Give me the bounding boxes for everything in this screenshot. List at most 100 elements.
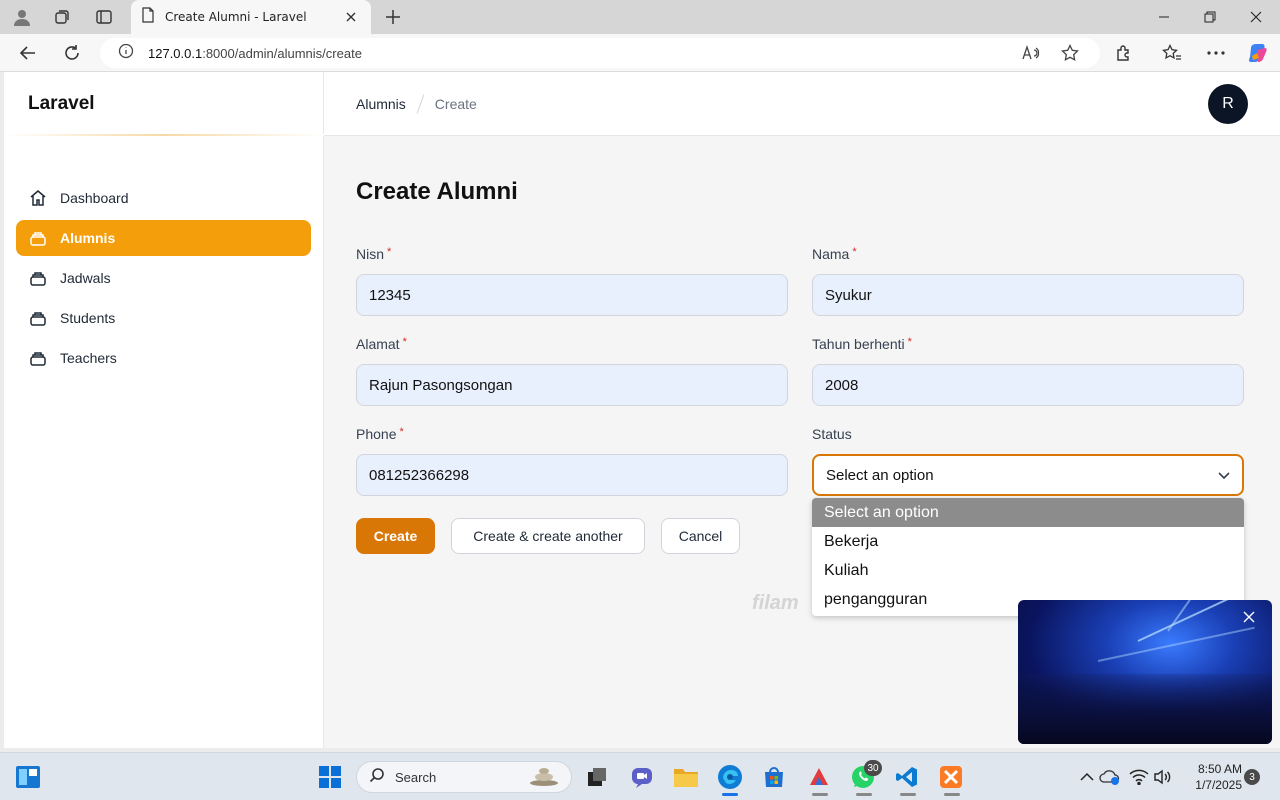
- extensions-icon[interactable]: [1112, 41, 1136, 65]
- sidebar-item-label: Dashboard: [60, 190, 129, 206]
- status-select-value: Select an option: [826, 466, 934, 484]
- required-mark: *: [387, 246, 392, 258]
- sidebar-item-alumnis[interactable]: Alumnis: [16, 220, 311, 256]
- sidebar-item-jadwals[interactable]: Jadwals: [16, 260, 311, 296]
- sidebar-item-teachers[interactable]: Teachers: [16, 340, 311, 376]
- tab-actions-icon[interactable]: [92, 5, 116, 29]
- profile-icon[interactable]: [10, 5, 34, 29]
- breadcrumb-separator: [416, 93, 425, 114]
- clock-time: 8:50 AM: [1197, 762, 1242, 776]
- topbar: Alumnis Create R: [324, 72, 1280, 136]
- collection-icon: [28, 348, 48, 368]
- window-close-icon[interactable]: [1240, 5, 1272, 29]
- picture-in-picture-video[interactable]: [1018, 600, 1272, 744]
- copilot-app-icon[interactable]: [804, 762, 834, 792]
- cancel-button[interactable]: Cancel: [661, 518, 740, 554]
- close-icon[interactable]: [341, 7, 361, 27]
- favorite-star-icon[interactable]: [1058, 41, 1082, 65]
- taskbar-search[interactable]: Search: [356, 761, 572, 793]
- sidebar-item-dashboard[interactable]: Dashboard: [16, 180, 311, 216]
- nama-label: Nama *: [812, 246, 857, 262]
- refresh-icon[interactable]: [60, 41, 84, 65]
- favorites-icon[interactable]: [1160, 41, 1184, 65]
- status-field-group: Status Select an option: [812, 426, 1244, 496]
- edge-browser-icon[interactable]: [715, 762, 745, 792]
- whatsapp-unread-badge: 30: [864, 760, 882, 776]
- filament-watermark: filam: [752, 592, 799, 614]
- sidebar-nav: Dashboard Alumnis Jadwals Students Teach…: [16, 180, 311, 380]
- phone-field-group: Phone * 081252366298: [356, 426, 788, 496]
- brand-logo[interactable]: Laravel: [4, 72, 323, 136]
- url-field[interactable]: 127.0.0.1:8000/admin/alumnis/create: [100, 38, 1100, 68]
- status-select[interactable]: Select an option: [812, 454, 1244, 496]
- browser-tab-active[interactable]: Create Alumni - Laravel: [131, 0, 371, 34]
- nisn-label: Nisn *: [356, 246, 392, 262]
- read-aloud-icon[interactable]: [1018, 41, 1042, 65]
- xampp-icon[interactable]: [936, 762, 966, 792]
- more-menu-icon[interactable]: [1204, 41, 1228, 65]
- restore-icon[interactable]: [1194, 5, 1226, 29]
- sidebar-item-label: Students: [60, 310, 116, 326]
- copilot-icon[interactable]: [1246, 41, 1270, 65]
- phone-input[interactable]: 081252366298: [356, 454, 788, 496]
- dropdown-option[interactable]: Select an option: [812, 498, 1244, 527]
- volume-icon[interactable]: [1148, 762, 1178, 792]
- crowd-scene: [1018, 674, 1272, 744]
- required-mark: *: [852, 246, 857, 258]
- phone-label: Phone *: [356, 426, 404, 442]
- create-another-button[interactable]: Create & create another: [451, 518, 645, 554]
- running-app-indicator: [812, 793, 828, 796]
- collection-icon: [28, 228, 48, 248]
- alamat-label: Alamat *: [356, 336, 407, 352]
- dropdown-option[interactable]: Kuliah: [812, 556, 1244, 585]
- tahun-berhenti-input[interactable]: 2008: [812, 364, 1244, 406]
- notification-badge[interactable]: 3: [1244, 769, 1260, 785]
- store-icon[interactable]: [759, 762, 789, 792]
- browser-tab-bar: Create Alumni - Laravel: [0, 0, 1280, 34]
- url-text: 127.0.0.1:8000/admin/alumnis/create: [148, 45, 362, 61]
- active-app-indicator: [722, 793, 738, 796]
- sidebar: Laravel Dashboard Alumnis Jadwals Studen…: [4, 72, 324, 748]
- close-icon[interactable]: [1240, 608, 1258, 626]
- alamat-input[interactable]: Rajun Pasongsongan: [356, 364, 788, 406]
- breadcrumb-alumnis[interactable]: Alumnis: [356, 96, 406, 112]
- task-view-icon[interactable]: [582, 762, 612, 792]
- home-icon: [28, 188, 48, 208]
- sidebar-item-label: Teachers: [60, 350, 117, 366]
- workspaces-icon[interactable]: [50, 5, 74, 29]
- running-app-indicator: [856, 793, 872, 796]
- tahun-berhenti-field-group: Tahun berhenti * 2008: [812, 336, 1244, 406]
- file-explorer-icon[interactable]: [671, 762, 701, 792]
- running-app-indicator: [900, 793, 916, 796]
- tahun-berhenti-label: Tahun berhenti *: [812, 336, 912, 352]
- onedrive-icon[interactable]: [1095, 762, 1125, 792]
- vscode-icon[interactable]: [892, 762, 922, 792]
- nama-input[interactable]: Syukur: [812, 274, 1244, 316]
- status-label: Status: [812, 426, 852, 442]
- dropdown-option[interactable]: Bekerja: [812, 527, 1244, 556]
- sidebar-item-label: Jadwals: [60, 270, 111, 286]
- collection-icon: [28, 308, 48, 328]
- status-dropdown-menu: Select an option Bekerja Kuliah pengangg…: [812, 498, 1244, 616]
- minimize-icon[interactable]: [1148, 5, 1180, 29]
- required-mark: *: [399, 426, 404, 438]
- create-button[interactable]: Create: [356, 518, 435, 554]
- widgets-icon[interactable]: [13, 762, 43, 792]
- address-bar: 127.0.0.1:8000/admin/alumnis/create: [0, 34, 1280, 72]
- sidebar-item-students[interactable]: Students: [16, 300, 311, 336]
- start-icon[interactable]: [315, 762, 345, 792]
- page-title: Create Alumni: [356, 178, 518, 205]
- search-label: Search: [395, 769, 437, 785]
- info-icon[interactable]: [118, 43, 134, 63]
- running-app-indicator: [944, 793, 960, 796]
- nisn-input[interactable]: 12345: [356, 274, 788, 316]
- breadcrumb-create[interactable]: Create: [435, 96, 477, 112]
- system-clock[interactable]: 8:50 AM 1/7/2025: [1186, 761, 1242, 793]
- back-arrow-icon[interactable]: [16, 41, 40, 65]
- avatar[interactable]: R: [1208, 84, 1248, 124]
- required-mark: *: [402, 336, 407, 348]
- light-beam: [1097, 626, 1255, 662]
- light-beam: [1167, 600, 1238, 632]
- teams-icon[interactable]: [627, 762, 657, 792]
- new-tab-icon[interactable]: [381, 5, 405, 29]
